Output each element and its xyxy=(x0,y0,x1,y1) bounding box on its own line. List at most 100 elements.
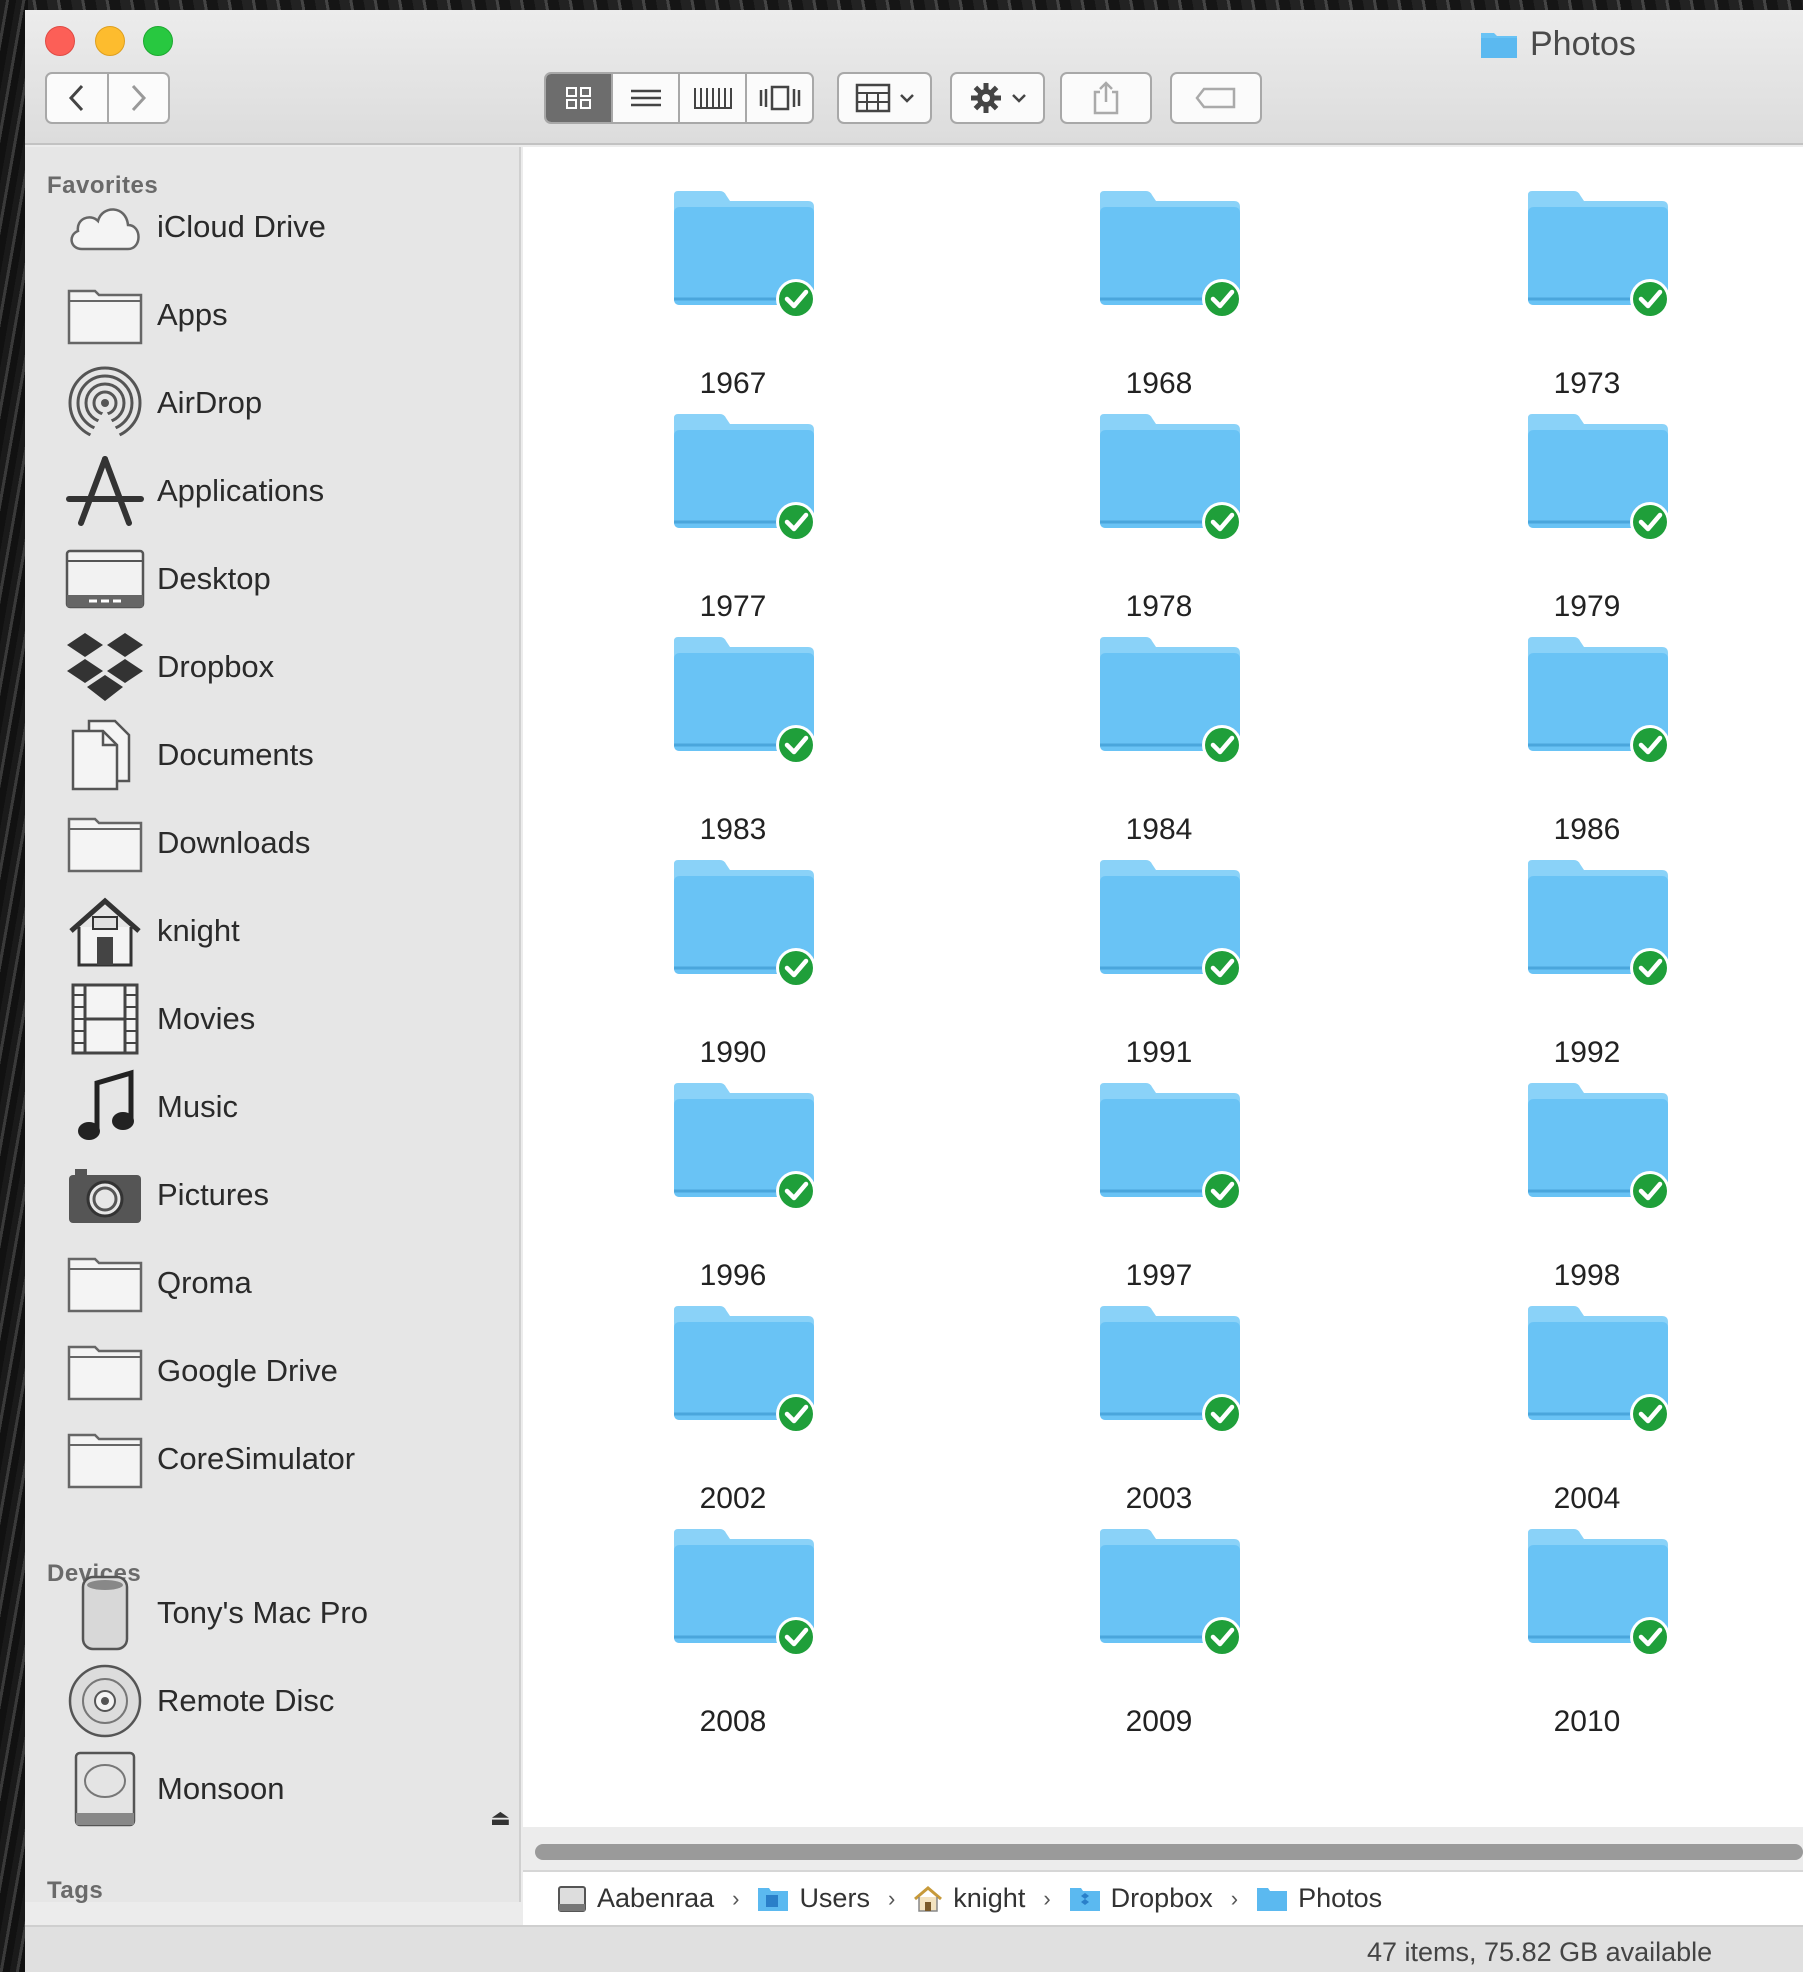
path-item-dropbox[interactable]: Dropbox xyxy=(1069,1883,1213,1914)
sidebar-item-label: Movies xyxy=(157,1001,256,1036)
icon-view-button[interactable] xyxy=(546,74,611,122)
sidebar-item-label: Qroma xyxy=(157,1265,252,1300)
folder-item[interactable]: 1997 xyxy=(1029,1079,1289,1299)
sidebar-item-label: Music xyxy=(157,1089,238,1124)
sidebar-item-tonys-mac-pro[interactable]: Tony's Mac Pro xyxy=(65,1573,515,1653)
music-note-icon xyxy=(65,1069,145,1145)
folder-label: 1983 xyxy=(699,813,767,846)
tag-button[interactable] xyxy=(1170,72,1262,124)
path-item-photos[interactable]: Photos xyxy=(1256,1883,1382,1914)
action-button[interactable] xyxy=(950,72,1045,124)
folder-icon xyxy=(1528,1306,1670,1432)
folder-item[interactable]: 2002 xyxy=(603,1302,863,1522)
folder-label: 1967 xyxy=(699,367,767,400)
forward-button[interactable] xyxy=(106,74,169,122)
sidebar-item-label: Desktop xyxy=(157,561,271,596)
minimize-button[interactable] xyxy=(95,26,125,56)
folder-item[interactable]: 1973 xyxy=(1457,187,1717,407)
home-icon xyxy=(914,1885,943,1912)
column-view-button[interactable] xyxy=(678,74,745,122)
airdrop-icon xyxy=(65,365,145,441)
sidebar-item-label: Remote Disc xyxy=(157,1683,335,1718)
sidebar-item-monsoon[interactable]: Monsoon xyxy=(65,1749,515,1829)
folder-label: 1996 xyxy=(699,1259,767,1292)
folder-item[interactable]: 2009 xyxy=(1029,1525,1289,1745)
path-item-aabenraa[interactable]: Aabenraa xyxy=(557,1883,714,1914)
sidebar-item-downloads[interactable]: Downloads xyxy=(65,803,515,883)
folder-item[interactable]: 1990 xyxy=(603,856,863,1076)
sidebar-item-remote-disc[interactable]: Remote Disc xyxy=(65,1661,515,1741)
sidebar-item-coresimulator[interactable]: CoreSimulator xyxy=(65,1419,515,1499)
folder-label: 1991 xyxy=(1125,1036,1193,1069)
path-separator-icon: › xyxy=(887,1885,896,1911)
sidebar-item-knight[interactable]: knight xyxy=(65,891,515,971)
chevron-down-icon xyxy=(899,94,914,103)
sidebar-item-google-drive[interactable]: Google Drive xyxy=(65,1331,515,1411)
path-item-label: Users xyxy=(799,1883,870,1913)
folder-item[interactable]: 2010 xyxy=(1457,1525,1717,1745)
folder-icon xyxy=(1100,1529,1242,1655)
folder-item[interactable]: 1984 xyxy=(1029,633,1289,853)
folder-label: 1978 xyxy=(1125,590,1193,623)
folder-item[interactable]: 1991 xyxy=(1029,856,1289,1076)
sidebar-item-applications[interactable]: Applications xyxy=(65,451,515,531)
back-button[interactable] xyxy=(47,74,107,122)
sidebar-item-music[interactable]: Music xyxy=(65,1067,515,1147)
eject-icon[interactable]: ⏏ xyxy=(490,1805,511,1831)
horizontal-scrollbar[interactable] xyxy=(535,1844,1803,1860)
share-button[interactable] xyxy=(1060,72,1152,124)
sidebar-item-desktop[interactable]: Desktop xyxy=(65,539,515,619)
sidebar-item-apps[interactable]: Apps xyxy=(65,275,515,355)
path-bar: Aabenraa › Users › knight › Dropbox › Ph… xyxy=(523,1870,1803,1925)
folder-item[interactable]: 1979 xyxy=(1457,410,1717,630)
desktop-icon xyxy=(65,541,145,617)
sidebar-item-qroma[interactable]: Qroma xyxy=(65,1243,515,1323)
disc-icon xyxy=(65,1663,145,1739)
sidebar-item-movies[interactable]: Movies xyxy=(65,979,515,1059)
sidebar-item-dropbox[interactable]: Dropbox xyxy=(65,627,515,707)
sidebar-item-label: Monsoon xyxy=(157,1771,285,1806)
cover-flow-button[interactable] xyxy=(745,74,812,122)
toolbar: Photos xyxy=(25,10,1803,145)
sidebar-item-airdrop[interactable]: AirDrop xyxy=(65,363,515,443)
folder-icon xyxy=(1528,191,1670,317)
path-item-users[interactable]: Users xyxy=(757,1883,870,1914)
desktop-background-left xyxy=(0,0,28,1972)
sidebar-item-label: Applications xyxy=(157,473,325,508)
path-separator-icon: › xyxy=(732,1885,740,1911)
folder-icon xyxy=(1100,191,1242,317)
folder-item[interactable]: 1983 xyxy=(603,633,863,853)
sidebar-item-label: Documents xyxy=(157,737,314,772)
close-button[interactable] xyxy=(45,26,75,56)
chevron-right-icon xyxy=(132,84,147,112)
folder-item[interactable]: 1992 xyxy=(1457,856,1717,1076)
list-view-icon xyxy=(630,89,661,107)
folder-icon xyxy=(674,191,816,317)
sidebar-item-label: Downloads xyxy=(157,825,311,860)
sidebar-item-pictures[interactable]: Pictures xyxy=(65,1155,515,1235)
path-item-knight[interactable]: knight xyxy=(913,1883,1025,1914)
zoom-button[interactable] xyxy=(143,26,173,56)
camera-icon xyxy=(65,1157,145,1233)
folder-item[interactable]: 2008 xyxy=(603,1525,863,1745)
folder-item[interactable]: 1977 xyxy=(603,410,863,630)
sidebar-item-icloud-drive[interactable]: iCloud Drive xyxy=(65,187,515,267)
folder-icon xyxy=(1481,33,1517,58)
arrange-button[interactable] xyxy=(837,72,932,124)
sidebar-item-documents[interactable]: Documents xyxy=(65,715,515,795)
folder-item[interactable]: 1986 xyxy=(1457,633,1717,853)
window-title-text: Photos xyxy=(1530,24,1636,63)
folder-item[interactable]: 1968 xyxy=(1029,187,1289,407)
folder-label: 2009 xyxy=(1125,1705,1193,1738)
folder-icon xyxy=(1528,414,1670,540)
folder-item[interactable]: 1967 xyxy=(603,187,863,407)
folder-icon xyxy=(674,1306,816,1432)
folder-icon xyxy=(1100,414,1242,540)
folder-item[interactable]: 2004 xyxy=(1457,1302,1717,1522)
folder-item[interactable]: 1978 xyxy=(1029,410,1289,630)
folder-label: 1984 xyxy=(1125,813,1193,846)
folder-item[interactable]: 2003 xyxy=(1029,1302,1289,1522)
folder-item[interactable]: 1998 xyxy=(1457,1079,1717,1299)
list-view-button[interactable] xyxy=(611,74,678,122)
folder-item[interactable]: 1996 xyxy=(603,1079,863,1299)
